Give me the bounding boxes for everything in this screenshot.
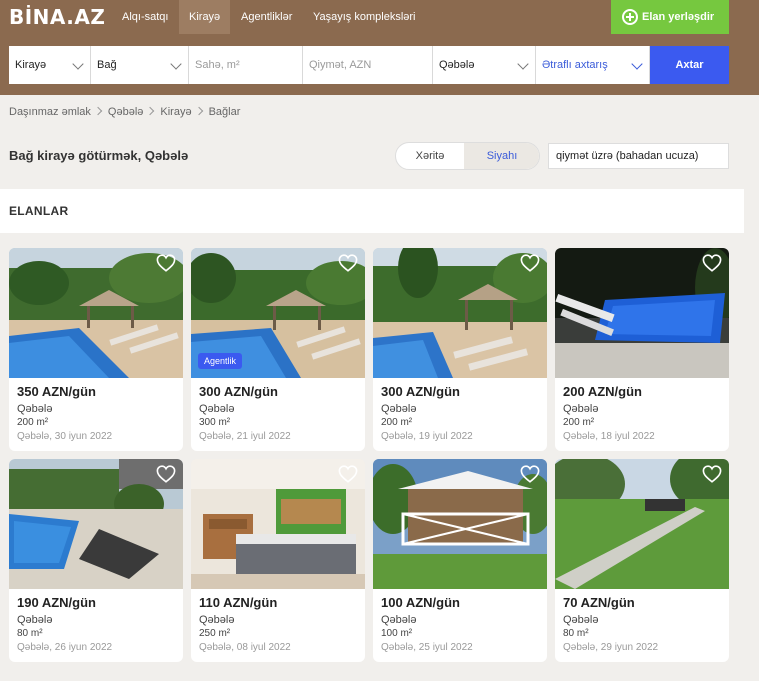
chevron-right-icon <box>93 106 103 116</box>
nav-item-rent[interactable]: Kirayə <box>179 0 231 34</box>
deal-type-select[interactable]: Kirayə <box>9 46 91 84</box>
listing-area: 200 m² <box>563 417 595 428</box>
listing-card[interactable]: Agentlik 300 AZN/gün Qəbələ 300 m² Qəbəl… <box>191 248 365 451</box>
heart-icon[interactable] <box>338 465 358 483</box>
listing-date: Qəbələ, 26 iyun 2022 <box>17 642 113 653</box>
listings-section-header: ELANLAR <box>0 189 744 233</box>
site-logo[interactable]: BİNA.AZ <box>9 5 105 29</box>
breadcrumb-real-estate[interactable]: Daşınmaz əmlak <box>9 106 91 118</box>
page-title: Bağ kirayə götürmək, Qəbələ <box>9 148 189 163</box>
heart-icon[interactable] <box>702 465 722 483</box>
category-select[interactable]: Bağ <box>91 46 189 84</box>
nav-item-agencies[interactable]: Agentliklər <box>231 0 302 34</box>
listing-date: Qəbələ, 29 iyun 2022 <box>563 642 659 653</box>
search-button[interactable]: Axtar <box>650 46 729 84</box>
listing-date: Qəbələ, 21 iyul 2022 <box>199 431 291 442</box>
map-view-option[interactable]: Xəritə <box>396 143 464 169</box>
chevron-right-icon <box>194 106 203 116</box>
listing-card[interactable]: 200 AZN/gün Qəbələ 200 m² Qəbələ, 18 iyu… <box>555 248 729 451</box>
city-select[interactable]: Qəbələ <box>433 46 536 84</box>
nav-item-sale[interactable]: Alqı-satqı <box>112 0 178 34</box>
listing-card[interactable]: 300 AZN/gün Qəbələ 200 m² Qəbələ, 19 iyu… <box>373 248 547 451</box>
listing-area: 100 m² <box>381 628 413 639</box>
listing-location: Qəbələ <box>563 403 599 415</box>
view-toggle: Xəritə Siyahı <box>395 142 540 170</box>
listing-price: 200 AZN/gün <box>563 384 642 399</box>
listing-date: Qəbələ, 30 iyun 2022 <box>17 431 113 442</box>
chevron-right-icon <box>146 106 155 116</box>
heart-icon[interactable] <box>702 254 722 272</box>
listing-price: 300 AZN/gün <box>199 384 278 399</box>
top-navigation-bar: BİNA.AZ Alqı-satqı Kirayə Agentliklər Ya… <box>0 0 759 34</box>
breadcrumb-city[interactable]: Qəbələ <box>108 106 143 118</box>
listing-price: 190 AZN/gün <box>17 595 96 610</box>
breadcrumb: Daşınmaz əmlak Qəbələ Kirayə Bağlar <box>9 106 240 118</box>
chevron-down-icon <box>170 58 182 70</box>
listing-card[interactable]: 110 AZN/gün Qəbələ 250 m² Qəbələ, 08 iyu… <box>191 459 365 662</box>
listing-card[interactable]: 190 AZN/gün Qəbələ 80 m² Qəbələ, 26 iyun… <box>9 459 183 662</box>
listing-location: Qəbələ <box>17 403 53 415</box>
listing-price: 100 AZN/gün <box>381 595 460 610</box>
heart-icon[interactable] <box>520 465 540 483</box>
section-title: ELANLAR <box>9 204 69 218</box>
deal-type-value: Kirayə <box>15 59 47 71</box>
listing-area: 80 m² <box>563 628 589 639</box>
agency-badge: Agentlik <box>198 353 243 369</box>
listing-area: 300 m² <box>199 417 231 428</box>
listing-price: 350 AZN/gün <box>17 384 96 399</box>
nav-item-residential-complexes[interactable]: Yaşayış kompleksləri <box>303 0 426 34</box>
list-view-option[interactable]: Siyahı <box>464 143 539 169</box>
listing-location: Qəbələ <box>199 614 235 626</box>
area-input[interactable]: Sahə, m² <box>189 46 303 84</box>
price-input[interactable]: Qiymət, AZN <box>303 46 433 84</box>
listing-date: Qəbələ, 18 iyul 2022 <box>563 431 655 442</box>
city-value: Qəbələ <box>439 59 475 71</box>
listing-location: Qəbələ <box>199 403 235 415</box>
heart-icon[interactable] <box>338 254 358 272</box>
search-bar: Kirayə Bağ Sahə, m² Qiymət, AZN Qəbələ Ə… <box>0 34 759 95</box>
listing-location: Qəbələ <box>381 403 417 415</box>
listing-price: 300 AZN/gün <box>381 384 460 399</box>
advanced-search-toggle[interactable]: Ətraflı axtarış <box>536 46 650 84</box>
heart-icon[interactable] <box>156 254 176 272</box>
heart-icon[interactable] <box>520 254 540 272</box>
chevron-down-icon <box>517 58 529 70</box>
listing-area: 250 m² <box>199 628 231 639</box>
listing-date: Qəbələ, 08 iyul 2022 <box>199 642 291 653</box>
listing-price: 70 AZN/gün <box>563 595 635 610</box>
listing-location: Qəbələ <box>563 614 599 626</box>
listing-card[interactable]: 350 AZN/gün Qəbələ 200 m² Qəbələ, 30 iyu… <box>9 248 183 451</box>
breadcrumb-gardens: Bağlar <box>208 106 241 118</box>
listing-price: 110 AZN/gün <box>199 595 278 610</box>
sort-select[interactable]: qiymət üzrə (bahadan ucuza) <box>548 143 729 169</box>
heart-icon[interactable] <box>156 465 176 483</box>
listing-area: 80 m² <box>17 628 43 639</box>
chevron-down-icon <box>72 58 84 70</box>
category-value: Bağ <box>97 59 117 71</box>
listing-card[interactable]: 100 AZN/gün Qəbələ 100 m² Qəbələ, 25 iyu… <box>373 459 547 662</box>
post-listing-button[interactable]: Elan yerləşdir <box>611 0 729 34</box>
breadcrumb-rent[interactable]: Kirayə <box>160 106 191 118</box>
plus-circle-icon <box>622 9 638 25</box>
chevron-down-icon <box>631 58 643 70</box>
post-listing-label: Elan yerləşdir <box>642 11 715 23</box>
listing-area: 200 m² <box>17 417 49 428</box>
listing-area: 200 m² <box>381 417 413 428</box>
listing-date: Qəbələ, 25 iyul 2022 <box>381 642 473 653</box>
listing-location: Qəbələ <box>381 614 417 626</box>
listing-location: Qəbələ <box>17 614 53 626</box>
listing-card[interactable]: 70 AZN/gün Qəbələ 80 m² Qəbələ, 29 iyun … <box>555 459 729 662</box>
advanced-search-label: Ətraflı axtarış <box>542 59 608 71</box>
listing-date: Qəbələ, 19 iyul 2022 <box>381 431 473 442</box>
